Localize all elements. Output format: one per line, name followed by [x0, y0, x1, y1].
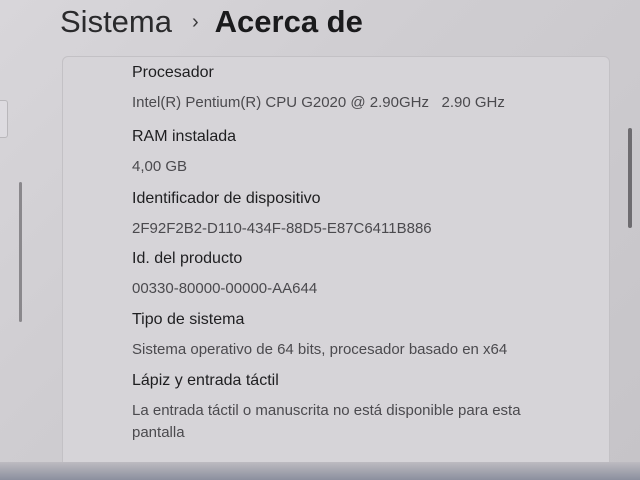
spec-value-device-id: 2F92F2B2-D110-434F-88D5-E87C6411B886: [132, 220, 432, 237]
spec-label-pen-touch: Lápiz y entrada táctil: [132, 372, 279, 389]
settings-window: Sistema › Acerca de Procesador Intel(R) …: [0, 0, 640, 480]
spec-label-system-type: Tipo de sistema: [132, 311, 245, 328]
spec-row-ram: RAM instalada 4,00 GB: [132, 128, 602, 178]
spec-row-product-id: Id. del producto 00330-80000-00000-AA644: [132, 250, 602, 300]
taskbar-edge: [0, 462, 640, 480]
spec-row-processor: Procesador Intel(R) Pentium(R) CPU G2020…: [132, 64, 602, 114]
nav-scrollbar[interactable]: [19, 182, 22, 322]
page-title: Acerca de: [214, 4, 363, 39]
chevron-right-icon: ›: [191, 10, 199, 33]
spec-value-product-id: 00330-80000-00000-AA644: [132, 280, 318, 297]
content-scrollbar[interactable]: [628, 128, 632, 228]
spec-label-device-id: Identificador de dispositivo: [132, 190, 321, 207]
spec-value-system-type: Sistema operativo de 64 bits, procesador…: [132, 341, 508, 358]
breadcrumb-sistema-link[interactable]: Sistema: [60, 4, 172, 40]
spec-label-processor: Procesador: [132, 64, 214, 81]
spec-row-pen-touch: Lápiz y entrada táctil La entrada táctil…: [132, 372, 602, 444]
spec-row-system-type: Tipo de sistema Sistema operativo de 64 …: [132, 311, 602, 361]
nav-item-partial[interactable]: [0, 100, 8, 138]
spec-value-processor: Intel(R) Pentium(R) CPU G2020 @ 2.90GHz …: [132, 94, 505, 111]
spec-label-product-id: Id. del producto: [132, 250, 243, 267]
spec-label-ram: RAM instalada: [132, 128, 237, 145]
spec-row-device-id: Identificador de dispositivo 2F92F2B2-D1…: [132, 190, 602, 240]
breadcrumb: Sistema › Acerca de: [60, 0, 363, 44]
spec-value-pen-touch: La entrada táctil o manuscrita no está d…: [132, 402, 521, 441]
spec-value-ram: 4,00 GB: [132, 158, 188, 175]
